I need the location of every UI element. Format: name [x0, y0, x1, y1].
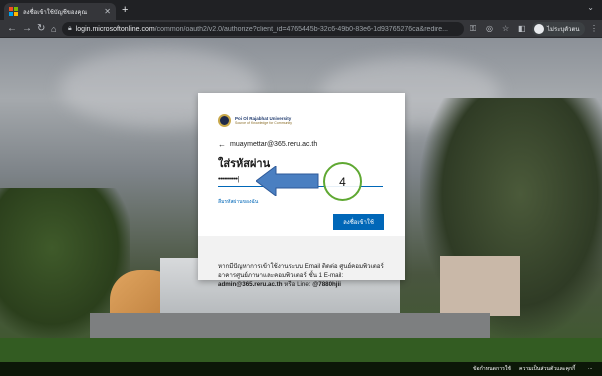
profile-name: ไม่ระบุตัวตน [547, 27, 580, 33]
help-text: หากมีปัญหาการเข้าใช้งานระบบ Email ติดต่อ… [218, 262, 398, 289]
browser-tab-bar: ลงชื่อเข้าใช้บัญชีของคุณ ✕ + ⌄ [0, 0, 602, 20]
help-or-line: หรือ Line: [284, 281, 311, 288]
annotation-arrow-icon [256, 166, 319, 196]
help-email: admin@365.reru.ac.th [218, 281, 283, 288]
url-path: /common/oauth2/v2.0/authorize?client_id=… [154, 25, 448, 33]
url-host: login.microsoftonline.com [75, 25, 155, 33]
help-line-id: @7880hjii [312, 281, 341, 288]
privacy-link[interactable]: ความเป็นส่วนตัวและคุกกี้ [519, 365, 575, 373]
back-arrow-icon[interactable]: ← [218, 140, 226, 149]
side-panel-icon[interactable]: ◧ [518, 23, 526, 35]
incognito-avatar-icon [534, 24, 544, 34]
back-icon[interactable]: ← [7, 22, 17, 36]
key-icon[interactable]: ⚿ [470, 23, 476, 35]
university-seal-icon [218, 114, 231, 127]
sign-in-button[interactable]: ลงชื่อเข้าใช้ [333, 214, 384, 230]
microsoft-logo-icon [9, 7, 18, 16]
browser-tab[interactable]: ลงชื่อเข้าใช้บัญชีของคุณ ✕ [4, 3, 116, 20]
identity-banner[interactable]: ← muaymettar@365.reru.ac.th [218, 140, 317, 149]
forward-icon[interactable]: → [22, 22, 32, 36]
step-number-badge: 4 [323, 162, 362, 201]
help-line: หากมีปัญหาการเข้าใช้งานระบบ Email ติดต่อ… [218, 263, 384, 279]
page-footer: ข้อกำหนดการใช้ ความเป็นส่วนตัวและคุกกี้ … [0, 362, 602, 376]
tab-search-icon[interactable]: ⌄ [587, 3, 594, 12]
lock-icon[interactable]: 🔒︎ [68, 25, 72, 33]
terms-link[interactable]: ข้อกำหนดการใช้ [473, 365, 511, 373]
building [440, 256, 520, 316]
menu-icon[interactable]: ⋮ [590, 23, 598, 35]
brand-subtitle: Source of Knowledge for Community [235, 121, 292, 125]
address-bar[interactable]: 🔒︎ login.microsoftonline.com /common/oau… [62, 22, 464, 36]
tab-close-icon[interactable]: ✕ [104, 7, 111, 16]
more-options-link[interactable]: ... [588, 365, 592, 371]
home-icon[interactable]: ⌂ [51, 22, 56, 36]
star-icon[interactable]: ☆ [502, 23, 509, 35]
university-logo: Poi Ol Rajabhat University Source of Kno… [218, 114, 292, 127]
forgot-password-link[interactable]: ลืมรหัสผ่านของฉัน [218, 198, 258, 206]
tab-title: ลงชื่อเข้าใช้บัญชีของคุณ [23, 9, 88, 16]
new-tab-button[interactable]: + [122, 3, 128, 17]
browser-toolbar: ← → ↻ ⌂ 🔒︎ login.microsoftonline.com /co… [0, 20, 602, 38]
identity-email: muaymettar@365.reru.ac.th [230, 141, 318, 148]
reload-icon[interactable]: ↻ [37, 22, 45, 36]
profile-button[interactable]: ไม่ระบุตัวตน [532, 22, 585, 36]
eye-off-icon[interactable]: ◎ [486, 23, 493, 35]
